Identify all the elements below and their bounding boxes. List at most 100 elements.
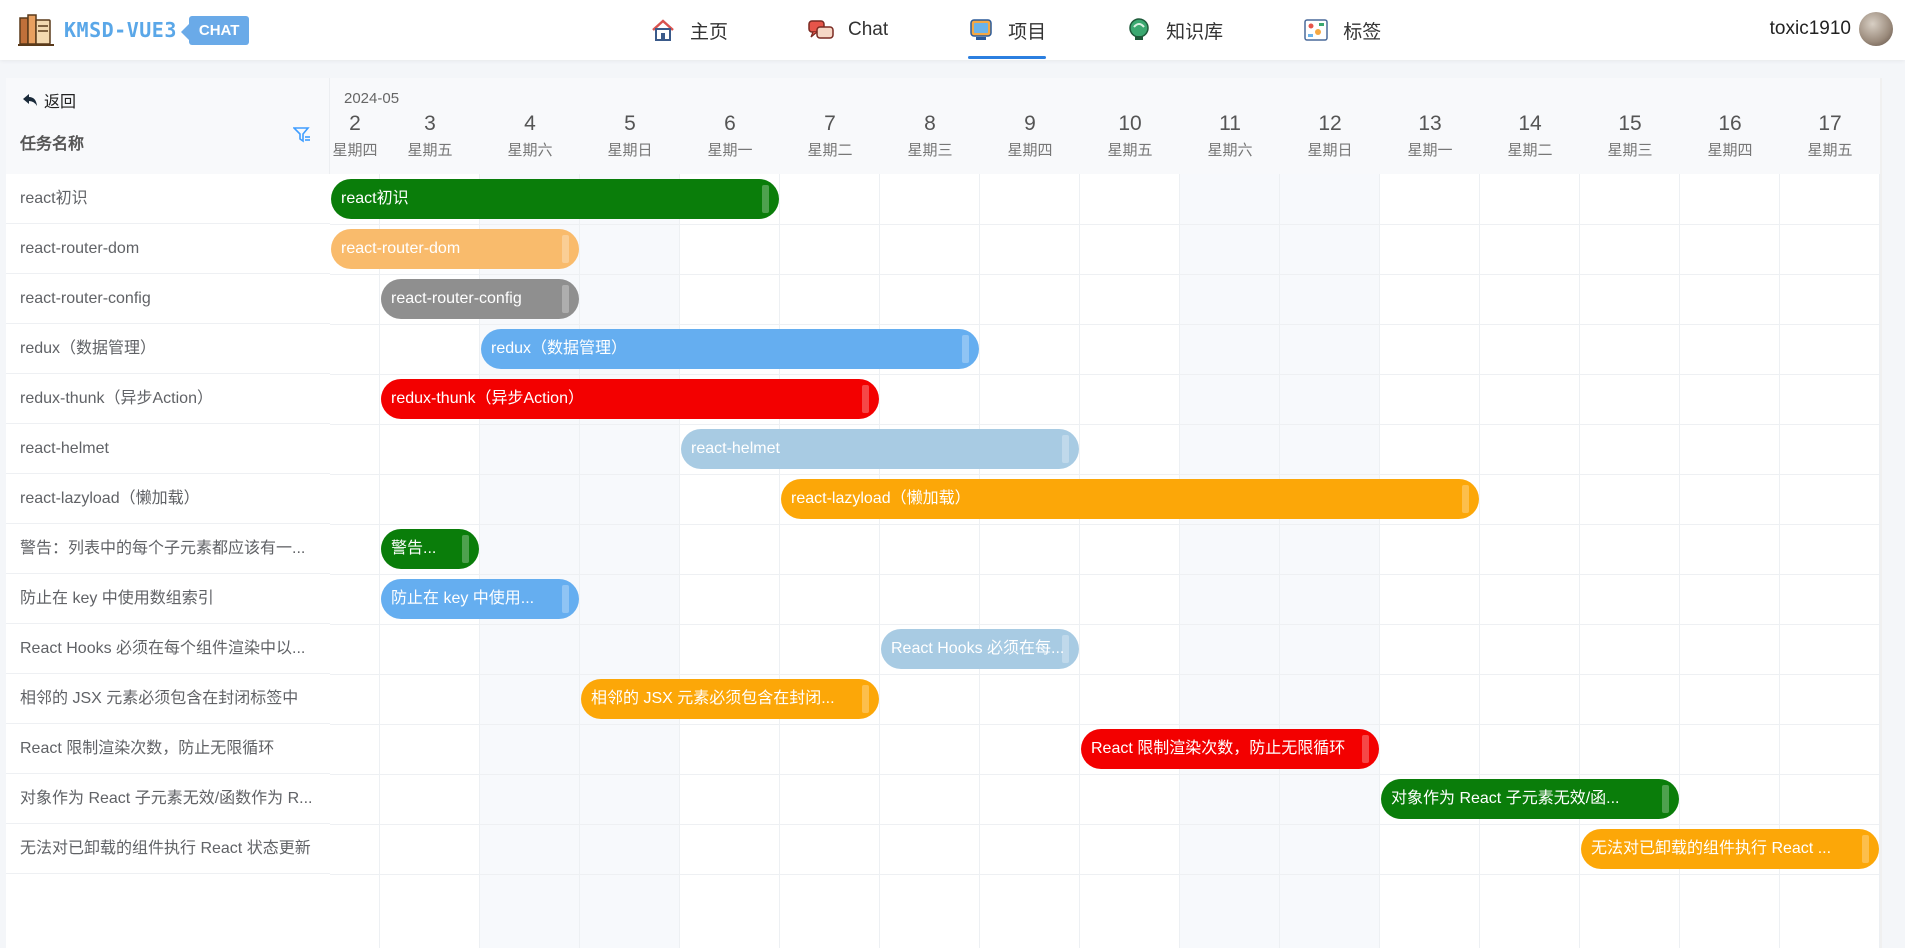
resize-handle[interactable] xyxy=(1862,835,1869,863)
task-bar[interactable]: redux（数据管理） xyxy=(481,329,979,369)
user-menu[interactable]: toxic1910 xyxy=(1770,12,1893,46)
grid-hline xyxy=(330,224,1882,225)
task-bar[interactable]: 警告... xyxy=(381,529,479,569)
resize-handle[interactable] xyxy=(862,385,869,413)
task-bar[interactable]: 无法对已卸载的组件执行 React ... xyxy=(1581,829,1879,869)
day-weekday: 星期四 xyxy=(1007,142,1053,159)
task-bar[interactable]: react-helmet xyxy=(681,429,1079,469)
task-row[interactable]: react-lazyload（懒加载） xyxy=(6,474,330,524)
grid-hline xyxy=(330,674,1882,675)
task-row[interactable]: redux-thunk（异步Action） xyxy=(6,374,330,424)
task-row[interactable]: react-router-dom xyxy=(6,224,330,274)
weekend-column xyxy=(1180,174,1280,948)
resize-handle[interactable] xyxy=(1462,485,1469,513)
task-row[interactable]: redux（数据管理） xyxy=(6,324,330,374)
timeline-header: 2024-05 2 星期四 3 星期五 4 星期六 5 星期日 6 星期一 7 星期二 8 星期三 9 星期四… xyxy=(330,78,1882,174)
home-icon xyxy=(652,19,674,41)
username: toxic1910 xyxy=(1769,18,1851,39)
task-row[interactable]: 防止在 key 中使用数组索引 xyxy=(6,574,330,624)
task-bar[interactable]: 防止在 key 中使用... xyxy=(381,579,579,619)
grid-vline xyxy=(879,174,880,948)
day-header-cell: 12 星期日 xyxy=(1280,112,1380,174)
task-bar-label: 防止在 key 中使用... xyxy=(391,590,535,607)
resize-handle[interactable] xyxy=(1362,735,1369,763)
resize-handle[interactable] xyxy=(1062,635,1069,663)
knowledge-icon xyxy=(1129,18,1149,40)
back-button[interactable]: 返回 xyxy=(22,88,76,112)
task-row[interactable]: 无法对已卸载的组件执行 React 状态更新 xyxy=(6,824,330,874)
day-header-cell: 4 星期六 xyxy=(480,112,580,174)
task-bar-label: react初识 xyxy=(341,190,409,207)
day-number: 8 xyxy=(924,112,936,135)
resize-handle[interactable] xyxy=(562,235,569,263)
task-bar[interactable]: 相邻的 JSX 元素必须包含在封闭... xyxy=(581,679,879,719)
task-bar[interactable]: React Hooks 必须在每... xyxy=(881,629,1079,669)
project-icon xyxy=(970,19,992,40)
weekend-column xyxy=(1280,174,1380,948)
nav-item-chat[interactable]: Chat xyxy=(808,0,888,60)
day-number: 12 xyxy=(1318,112,1342,135)
grid-hline xyxy=(330,874,1882,875)
task-bar[interactable]: react初识 xyxy=(331,179,779,219)
task-bar[interactable]: react-lazyload（懒加载） xyxy=(781,479,1479,519)
task-row[interactable]: React 限制渲染次数，防止无限循环 xyxy=(6,724,330,774)
resize-handle[interactable] xyxy=(862,685,869,713)
day-weekday: 星期三 xyxy=(907,142,953,159)
resize-handle[interactable] xyxy=(1662,785,1669,813)
avatar[interactable] xyxy=(1859,12,1893,46)
gantt-grid: react初识 react-router-dom react-router-conf… xyxy=(330,174,1882,948)
day-number: 3 xyxy=(424,112,436,135)
task-bar[interactable]: redux-thunk（异步Action） xyxy=(381,379,879,419)
day-weekday: 星期四 xyxy=(1707,142,1753,159)
grid-hline xyxy=(330,624,1882,625)
grid-hline xyxy=(330,324,1882,325)
task-row[interactable]: react-router-config xyxy=(6,274,330,324)
grid-hline xyxy=(330,574,1882,575)
weekend-column xyxy=(580,174,680,948)
task-bar[interactable]: react-router-dom xyxy=(331,229,579,269)
day-header-cell: 11 星期六 xyxy=(1180,112,1280,174)
brand-tag: CHAT xyxy=(180,15,250,45)
day-weekday: 星期一 xyxy=(1407,142,1453,159)
resize-handle[interactable] xyxy=(1062,435,1069,463)
resize-handle[interactable] xyxy=(562,585,569,613)
task-row[interactable]: 对象作为 React 子元素无效/函数作为 R... xyxy=(6,774,330,824)
grid-vline xyxy=(379,174,380,948)
day-number: 5 xyxy=(624,112,636,135)
task-bar-label: redux-thunk（异步Action） xyxy=(391,390,584,407)
resize-handle[interactable] xyxy=(762,185,769,213)
nav-item-home[interactable]: 主页 xyxy=(650,0,728,60)
day-number: 17 xyxy=(1818,112,1842,135)
grid-hline xyxy=(330,474,1882,475)
grid-hline xyxy=(330,524,1882,525)
task-row[interactable]: 警告：列表中的每个子元素都应该有一... xyxy=(6,524,330,574)
task-row[interactable]: react初识 xyxy=(6,174,330,224)
day-number: 9 xyxy=(1024,112,1036,135)
task-bar-label: react-router-config xyxy=(391,290,522,307)
day-number: 13 xyxy=(1418,112,1442,135)
tag-icon xyxy=(1304,19,1328,41)
day-number: 14 xyxy=(1518,112,1542,135)
task-bar[interactable]: 对象作为 React 子元素无效/函... xyxy=(1381,779,1679,819)
task-bar[interactable]: React 限制渲染次数，防止无限循环 xyxy=(1081,729,1379,769)
resize-handle[interactable] xyxy=(962,335,969,363)
grid-vline xyxy=(1479,174,1480,948)
nav-item-project[interactable]: 项目 xyxy=(968,0,1047,60)
day-number: 4 xyxy=(524,112,536,135)
day-weekday: 星期五 xyxy=(1107,142,1153,159)
nav-item-knowledge[interactable]: 知识库 xyxy=(1126,0,1223,60)
grid-hline xyxy=(330,424,1882,425)
grid-hline xyxy=(330,374,1882,375)
task-list-header: 返回 任务名称 xyxy=(6,78,330,174)
task-row[interactable]: 相邻的 JSX 元素必须包含在封闭标签中 xyxy=(6,674,330,724)
task-bar[interactable]: react-router-config xyxy=(381,279,579,319)
task-row[interactable]: React Hooks 必须在每个组件渲染中以... xyxy=(6,624,330,674)
nav-item-tags[interactable]: 标签 xyxy=(1303,0,1381,60)
brand[interactable]: KMSD-VUE3 CHAT xyxy=(18,12,250,48)
resize-handle[interactable] xyxy=(462,535,469,563)
task-row[interactable]: react-helmet xyxy=(6,424,330,474)
nav-label-home: 主页 xyxy=(690,21,729,43)
back-arrow-icon xyxy=(23,94,37,106)
top-navbar: KMSD-VUE3 CHAT 主页 Chat 项目 知识库 标签 toxic19… xyxy=(0,0,1905,60)
resize-handle[interactable] xyxy=(562,285,569,313)
